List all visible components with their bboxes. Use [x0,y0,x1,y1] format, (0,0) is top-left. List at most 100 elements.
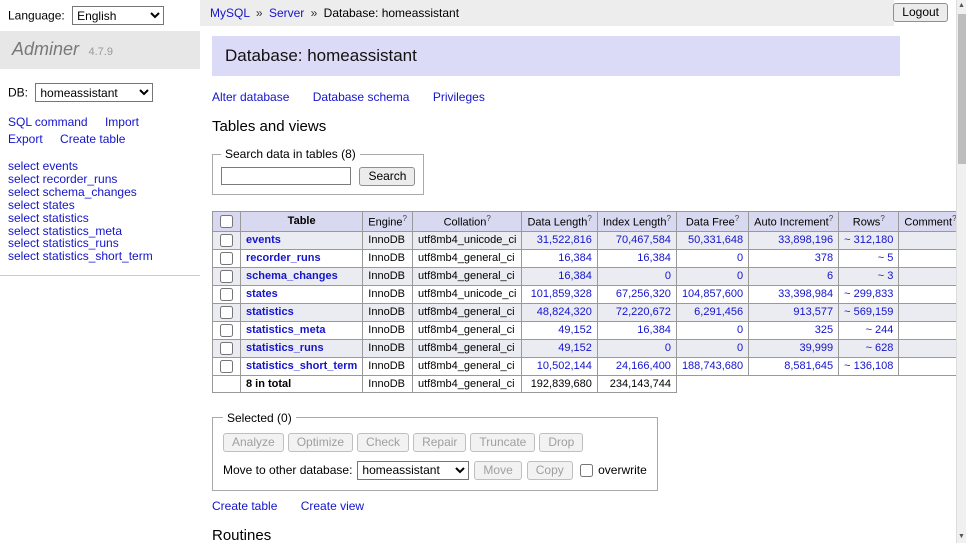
column-help-link[interactable]: ? [587,214,591,223]
rows-count-link[interactable]: ~ 312,180 [844,234,893,246]
row-checkbox[interactable] [220,234,233,247]
cell-index-length: 24,166,400 [597,357,676,375]
cell-comment [899,285,956,303]
cell-engine: InnoDB [363,321,413,339]
cell-engine: InnoDB [363,303,413,321]
cell-data-length: 49,152 [522,339,597,357]
search-input[interactable] [221,167,351,185]
table-row: states InnoDB utf8mb4_unicode_ci 101,859… [213,285,957,303]
sidebar-table-link[interactable]: select statistics [8,212,200,225]
sidebar-table-link[interactable]: select states [8,199,200,212]
move-button[interactable]: Move [474,461,521,480]
row-checkbox[interactable] [220,270,233,283]
column-help-link[interactable]: ? [403,214,407,223]
rows-count-link[interactable]: ~ 244 [866,324,894,336]
adminer-version: 4.7.9 [88,46,112,58]
column-help-link[interactable]: ? [735,214,739,223]
cell-index-length: 70,467,584 [597,231,676,249]
tables-nav: select eventsselect recorder_runsselect … [0,148,200,276]
create-links: Create table Create view [212,499,900,513]
column-help-link[interactable]: ? [666,214,670,223]
tables-views-heading: Tables and views [212,118,900,135]
db-label: DB: [8,86,28,100]
rows-count-link[interactable]: ~ 136,108 [844,360,893,372]
scroll-down-icon[interactable]: ▼ [957,531,966,543]
table-row: recorder_runs InnoDB utf8mb4_general_ci … [213,249,957,267]
create-view-link[interactable]: Create view [301,499,364,513]
table-name-link[interactable]: recorder_runs [246,252,321,264]
bulk-action-button[interactable]: Check [357,433,409,452]
language-select[interactable]: English [72,6,164,25]
cell-collation: utf8mb4_general_ci [413,339,522,357]
sidebar-table-link[interactable]: select events [8,160,200,173]
breadcrumb-server-link[interactable]: Server [269,6,304,20]
move-db-select[interactable]: homeassistant [357,461,469,480]
table-name-link[interactable]: events [246,234,281,246]
table-name-link[interactable]: statistics_meta [246,324,326,336]
logout-button[interactable]: Logout [893,3,948,22]
breadcrumb-mysql-link[interactable]: MySQL [210,6,250,20]
content: Database: homeassistant Alter database D… [200,36,956,543]
bulk-action-button[interactable]: Repair [413,433,466,452]
cell-comment [899,249,956,267]
total-engine: InnoDB [363,375,413,392]
cell-auto-increment: 6 [749,267,839,285]
search-button[interactable]: Search [359,167,415,186]
table-total-row: 8 in total InnoDB utf8mb4_general_ci 192… [213,375,957,392]
scrollbar-thumb[interactable] [958,14,966,164]
db-select[interactable]: homeassistant [35,83,153,102]
select-all-checkbox[interactable] [220,215,233,228]
cell-data-free: 0 [676,267,748,285]
create-table-link[interactable]: Create table [212,499,277,513]
table-name-link[interactable]: statistics_runs [246,342,324,354]
cell-data-length: 49,152 [522,321,597,339]
bulk-action-button[interactable]: Drop [539,433,583,452]
bulk-action-button[interactable]: Optimize [288,433,353,452]
column-help-link[interactable]: ? [486,214,490,223]
sidebar-table-link[interactable]: select statistics_short_term [8,250,200,263]
row-checkbox[interactable] [220,288,233,301]
scrollbar[interactable]: ▲ ▼ [956,0,966,543]
rows-count-link[interactable]: ~ 299,833 [844,288,893,300]
row-checkbox[interactable] [220,360,233,373]
database-schema-link[interactable]: Database schema [313,90,410,104]
export-link[interactable]: Export [8,132,43,146]
table-name-link[interactable]: states [246,288,278,300]
rows-count-link[interactable]: ~ 5 [878,252,894,264]
create-table-sidebar-link[interactable]: Create table [60,132,125,146]
row-checkbox[interactable] [220,324,233,337]
privileges-link[interactable]: Privileges [433,90,485,104]
rows-count-link[interactable]: ~ 3 [878,270,894,282]
move-row: Move to other database: homeassistant Mo… [223,461,647,480]
column-help-link[interactable]: ? [829,214,833,223]
bulk-action-button[interactable]: Truncate [470,433,535,452]
overwrite-label: overwrite [598,463,647,477]
breadcrumb: MySQL » Server » Database: homeassistant [200,0,894,26]
row-checkbox[interactable] [220,252,233,265]
scroll-up-icon[interactable]: ▲ [957,0,966,12]
cell-auto-increment: 325 [749,321,839,339]
routines-heading: Routines [212,527,900,543]
row-checkbox[interactable] [220,306,233,319]
table-name-link[interactable]: schema_changes [246,270,338,282]
rows-count-link[interactable]: ~ 569,159 [844,306,893,318]
copy-button[interactable]: Copy [527,461,573,480]
rows-count-link[interactable]: ~ 628 [866,342,894,354]
cell-index-length: 0 [597,339,676,357]
cell-data-free: 0 [676,321,748,339]
col-header-index-length: Index Length? [597,212,676,232]
column-help-link[interactable]: ? [880,214,884,223]
overwrite-checkbox[interactable] [580,464,593,477]
table-name-link[interactable]: statistics_short_term [246,360,357,372]
col-header-collation: Collation? [413,212,522,232]
alter-database-link[interactable]: Alter database [212,90,289,104]
bulk-action-button[interactable]: Analyze [223,433,284,452]
table-name-link[interactable]: statistics [246,306,294,318]
total-collation: utf8mb4_general_ci [413,375,522,392]
sql-command-link[interactable]: SQL command [8,115,88,129]
sidebar-table-link[interactable]: select schema_changes [8,186,200,199]
cell-data-length: 101,859,328 [522,285,597,303]
row-checkbox[interactable] [220,342,233,355]
import-link[interactable]: Import [105,115,139,129]
sidebar-table-link[interactable]: select recorder_runs [8,173,200,186]
